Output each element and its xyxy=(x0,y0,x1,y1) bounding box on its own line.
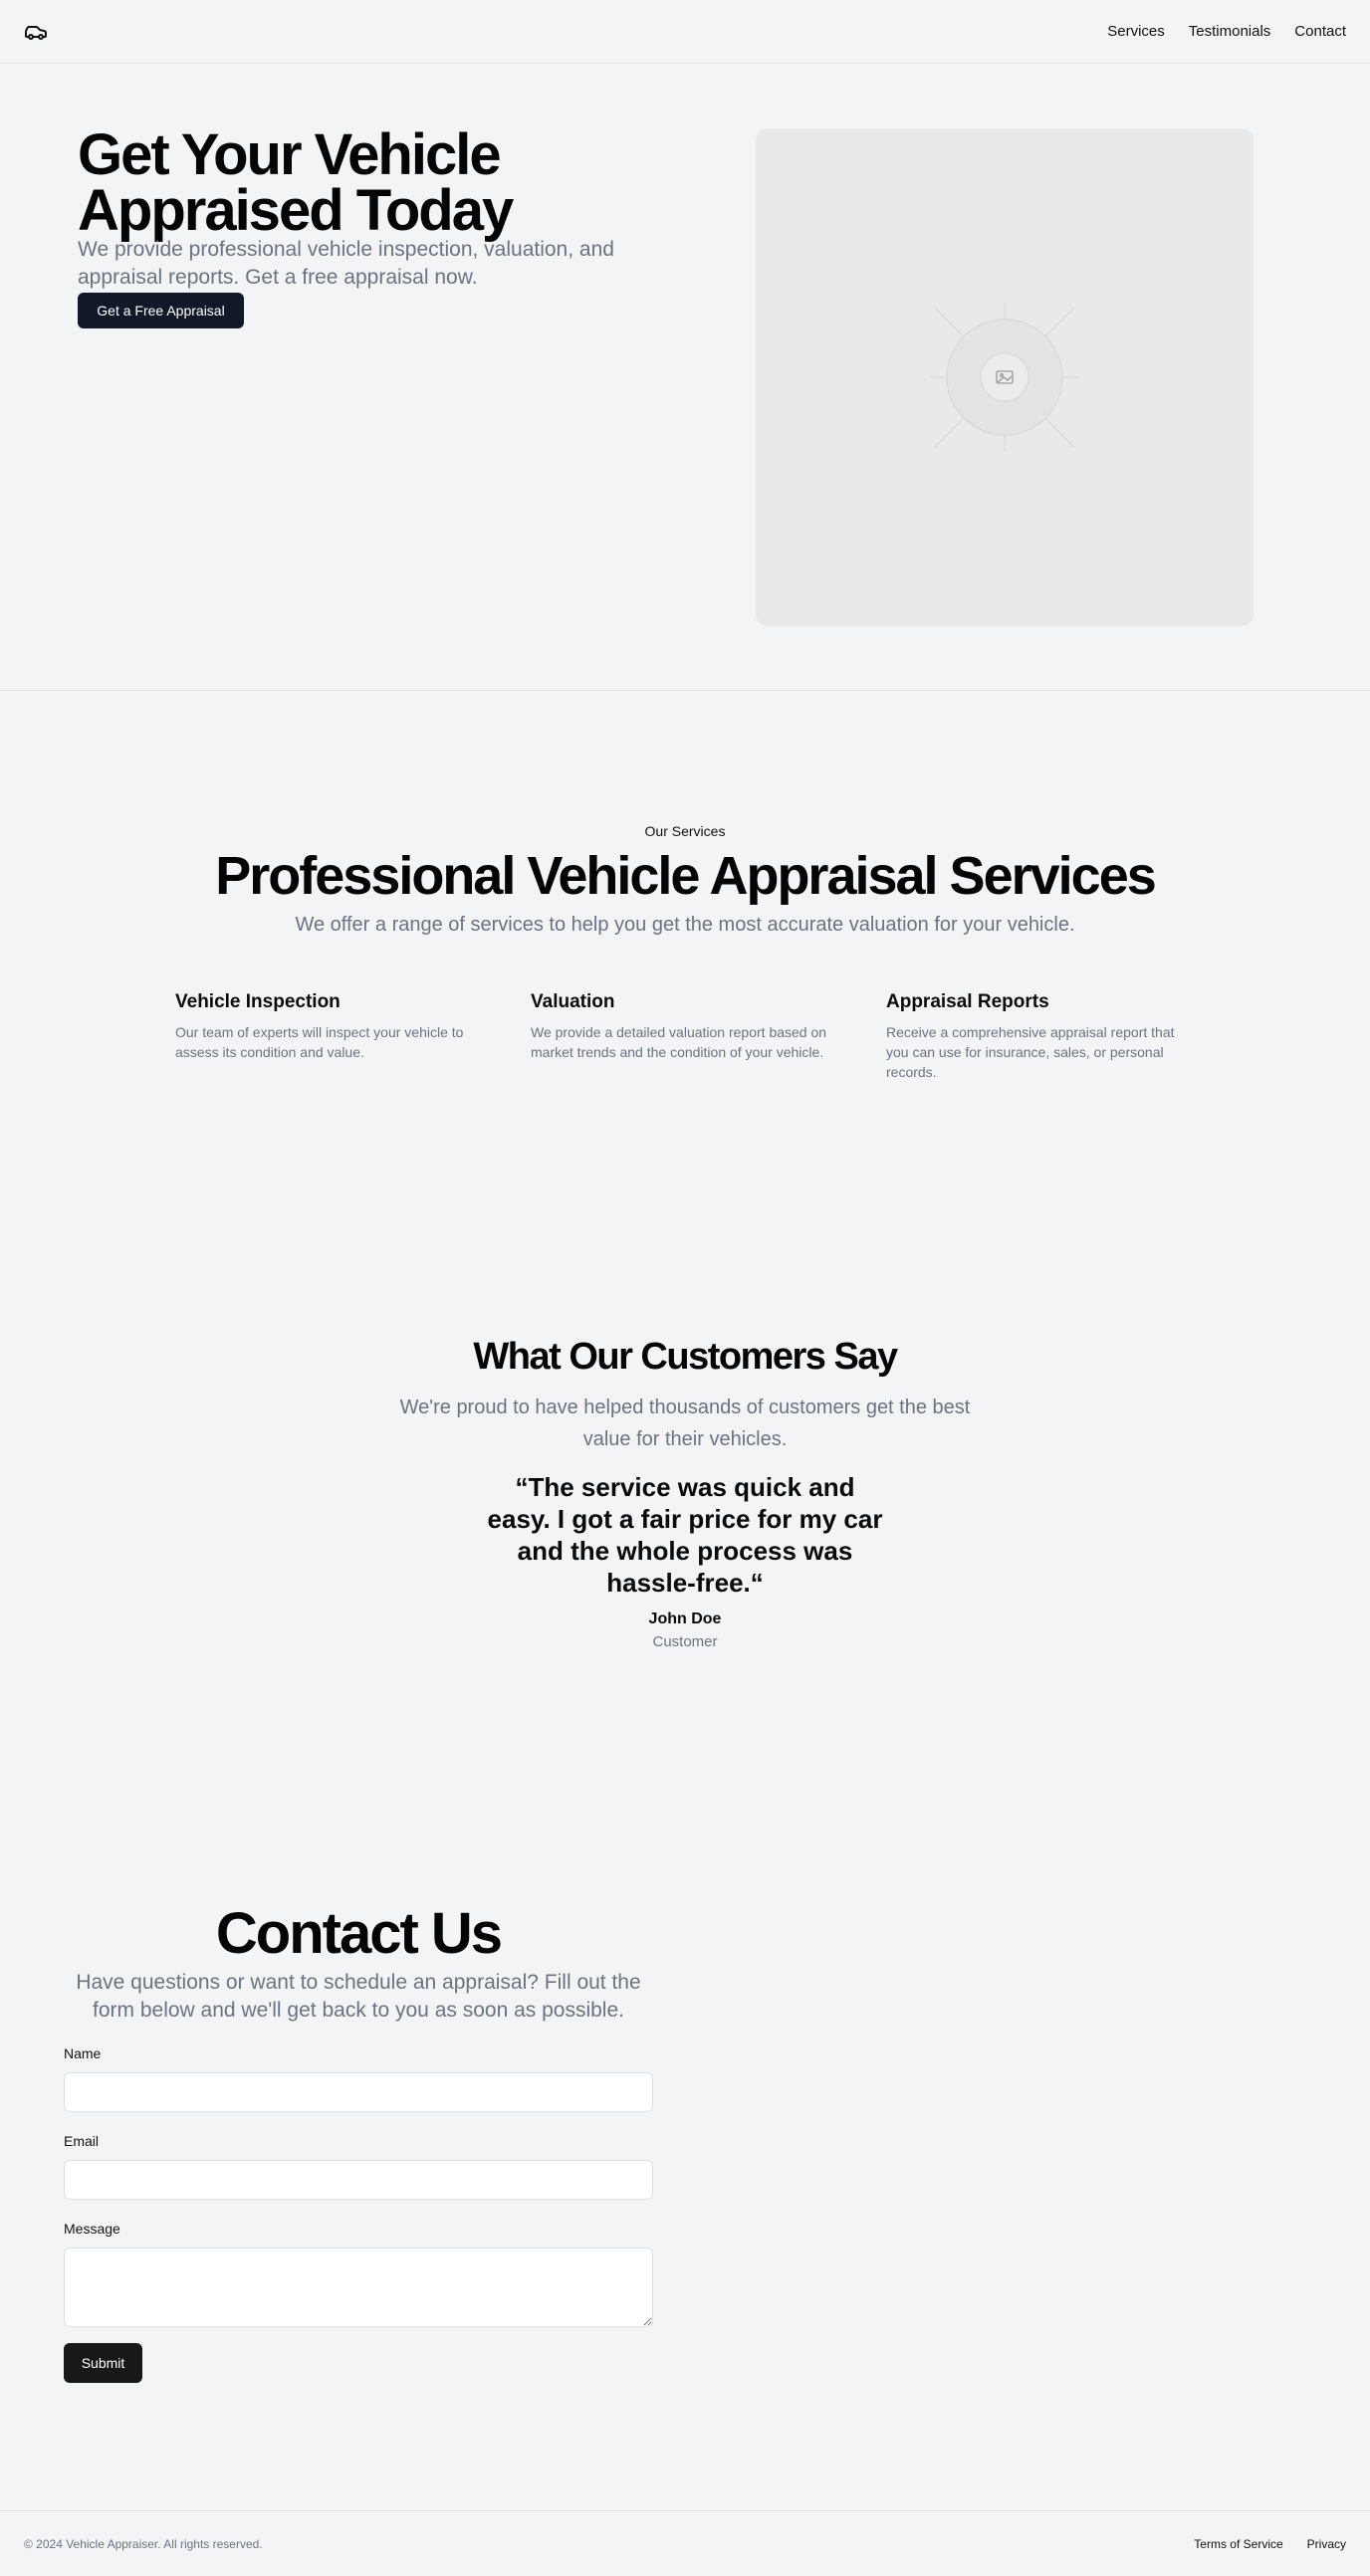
contact-subtitle: Have questions or want to schedule an ap… xyxy=(76,1971,641,2022)
services-eyebrow: Our Services xyxy=(644,823,726,839)
car-icon[interactable] xyxy=(24,20,48,44)
site-header: Services Testimonials Contact xyxy=(0,0,1370,64)
name-field[interactable] xyxy=(64,2072,653,2112)
nav-testimonials-link[interactable]: Testimonials xyxy=(1189,23,1271,40)
message-field[interactable] xyxy=(64,2248,653,2327)
service-card-title: Valuation xyxy=(531,991,615,1012)
service-card-title: Vehicle Inspection xyxy=(175,991,341,1012)
service-card-text: Our team of experts will inspect your ve… xyxy=(175,1024,464,1060)
services-subtitle: We offer a range of services to help you… xyxy=(295,914,1075,936)
terms-link[interactable]: Terms of Service xyxy=(1194,2537,1282,2551)
message-label: Message xyxy=(64,2221,120,2237)
nav-services-link[interactable]: Services xyxy=(1107,23,1165,40)
hero-subtitle: We provide professional vehicle inspecti… xyxy=(78,238,614,289)
services-title: Professional Vehicle Appraisal Services xyxy=(215,846,1157,906)
name-label: Name xyxy=(64,2045,102,2061)
service-card-valuation: Valuation We provide a detailed valuatio… xyxy=(531,990,829,1062)
service-card-inspection: Vehicle Inspection Our team of experts w… xyxy=(175,990,474,1062)
testimonials-title: What Our Customers Say xyxy=(473,1336,898,1378)
nav-contact-link[interactable]: Contact xyxy=(1294,23,1346,40)
copyright-text: © 2024 Vehicle Appraiser. All rights res… xyxy=(24,2536,263,2551)
submit-button[interactable]: Submit xyxy=(64,2343,142,2383)
hero-image-placeholder xyxy=(756,128,1254,626)
contact-title: Contact Us xyxy=(215,1901,503,1966)
email-field[interactable] xyxy=(64,2160,653,2200)
free-appraisal-button[interactable]: Get a Free Appraisal xyxy=(78,293,244,328)
service-card-text: We provide a detailed valuation report b… xyxy=(531,1024,827,1060)
image-placeholder-icon xyxy=(930,303,1079,452)
testimonial-role: Customer xyxy=(652,1633,718,1650)
service-card-title: Appraisal Reports xyxy=(886,991,1049,1012)
testimonial-quote: “The service was quick and easy. I got a… xyxy=(487,1472,883,1598)
service-card-reports: Appraisal Reports Receive a comprehensiv… xyxy=(886,990,1185,1082)
main-nav: Services Testimonials Contact xyxy=(1107,23,1346,40)
testimonial-author: John Doe xyxy=(648,1610,722,1627)
hero-title: Get Your Vehicle Appraised Today xyxy=(78,122,514,243)
testimonials-subtitle: We're proud to have helped thousands of … xyxy=(399,1396,971,1450)
footer-links: Terms of Service Privacy xyxy=(1194,2537,1346,2551)
privacy-link[interactable]: Privacy xyxy=(1307,2537,1346,2551)
service-card-text: Receive a comprehensive appraisal report… xyxy=(886,1024,1175,1080)
site-footer: © 2024 Vehicle Appraiser. All rights res… xyxy=(0,2510,1370,2576)
email-label: Email xyxy=(64,2133,100,2149)
